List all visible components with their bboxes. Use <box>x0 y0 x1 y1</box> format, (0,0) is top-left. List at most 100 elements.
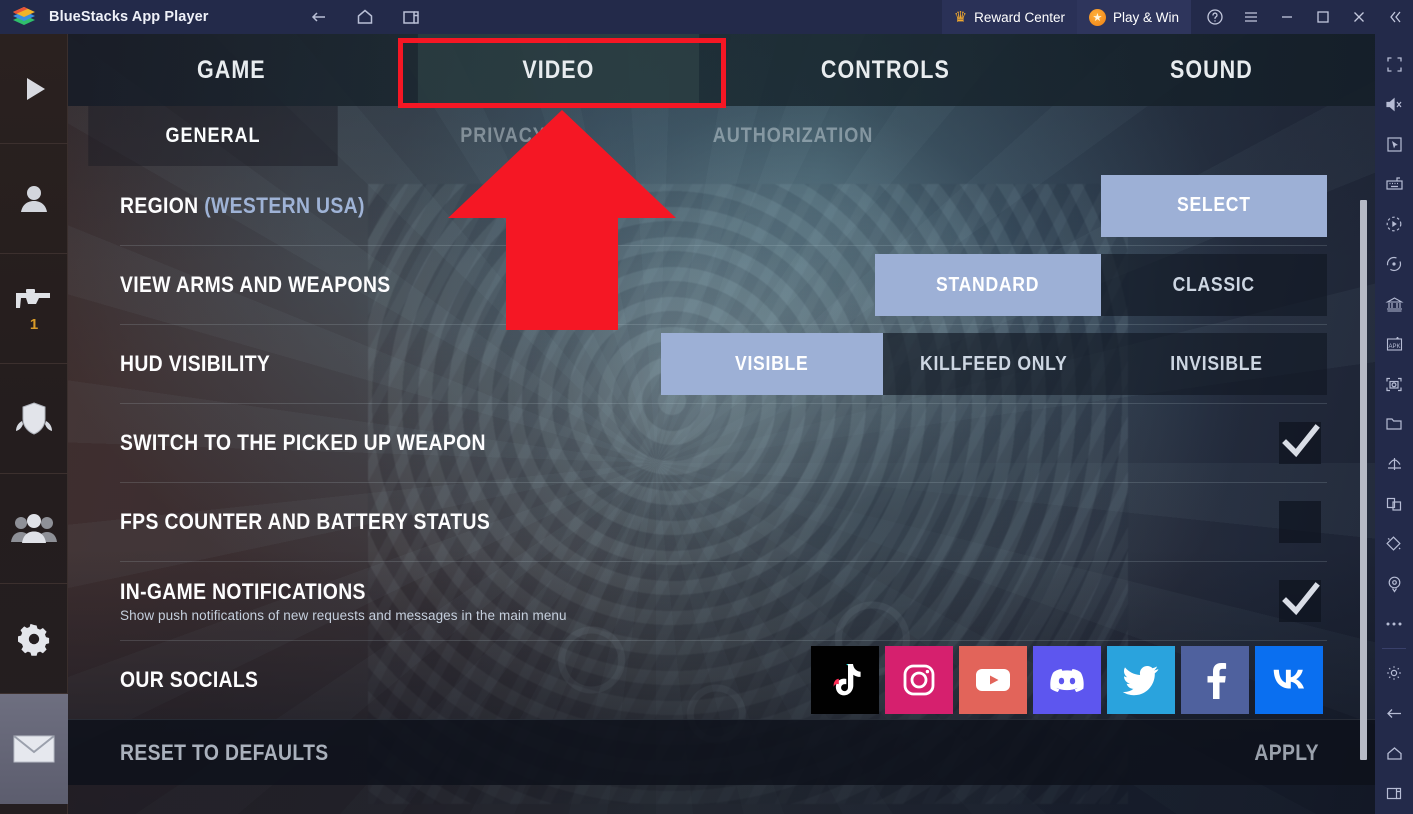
screenshot-icon[interactable] <box>1375 364 1413 404</box>
tab-game[interactable]: GAME <box>91 34 372 106</box>
tab-sound[interactable]: SOUND <box>1071 34 1352 106</box>
tab-controls[interactable]: CONTROLS <box>744 34 1025 106</box>
subtab-privacy[interactable]: PRIVACY <box>378 106 627 166</box>
app-title: BlueStacks App Player <box>49 9 209 25</box>
tab-video[interactable]: VIDEO <box>417 34 699 106</box>
row-label-wrap: FPS COUNTER AND BATTERY STATUS <box>120 509 541 535</box>
fullscreen-icon[interactable] <box>1375 44 1413 84</box>
checkmark-icon <box>1282 424 1320 458</box>
star-badge-icon: ★ <box>1088 8 1106 26</box>
subtab-general[interactable]: GENERAL <box>88 106 338 166</box>
view-arms-option-classic[interactable]: CLASSIC <box>1101 254 1327 316</box>
row-label-wrap: REGION (WESTERN USA) <box>120 193 398 219</box>
game-viewport: GAME VIDEO CONTROLS SOUND GENERAL PRIVAC… <box>68 34 1375 814</box>
region-select-button[interactable]: SELECT <box>1101 174 1327 237</box>
reward-center-label: Reward Center <box>974 9 1065 25</box>
friends-icon <box>11 513 57 543</box>
settings-scrollbar[interactable] <box>1360 72 1367 772</box>
sidebar-item-mail[interactable] <box>0 694 68 804</box>
macro-record-icon[interactable] <box>1375 204 1413 244</box>
keyboard-controls-icon[interactable] <box>1375 164 1413 204</box>
settings-row-region: REGION (WESTERN USA) SELECT <box>120 166 1327 245</box>
vk-icon[interactable] <box>1255 646 1323 714</box>
mute-icon[interactable] <box>1375 84 1413 124</box>
multi-window-icon[interactable] <box>1375 484 1413 524</box>
discord-icon[interactable] <box>1033 646 1101 714</box>
android-home-icon[interactable] <box>1375 733 1413 773</box>
mail-icon <box>13 735 55 763</box>
title-bar: BlueStacks App Player ♛ Reward Center ★ … <box>0 0 1413 34</box>
row-label-in-game-notifications: IN-GAME NOTIFICATIONS <box>120 579 366 604</box>
sidebar-item-settings[interactable] <box>0 584 68 694</box>
more-icon[interactable] <box>1375 604 1413 644</box>
install-apk-icon[interactable]: APK <box>1375 324 1413 364</box>
sidebar-item-weapon[interactable]: 1 <box>0 254 68 364</box>
view-arms-option-standard[interactable]: STANDARD <box>875 254 1101 316</box>
twitter-icon[interactable] <box>1107 646 1175 714</box>
hud-invisible-label: INVISIBLE <box>1169 352 1263 375</box>
row-label-view-arms: VIEW ARMS AND WEAPONS <box>120 272 391 297</box>
play-and-win-button[interactable]: ★ Play & Win <box>1076 0 1191 34</box>
maximize-icon[interactable] <box>1305 0 1341 34</box>
reward-center-button[interactable]: ♛ Reward Center <box>941 0 1077 34</box>
settings-row-switch-to-the-picked-up-weapon: SWITCH TO THE PICKED UP WEAPON <box>120 403 1327 482</box>
media-folder-icon[interactable] <box>1375 404 1413 444</box>
hud-option-killfeed-only[interactable]: KILLFEED ONLY <box>883 333 1105 395</box>
settings-bottom-bar: RESET TO DEFAULTS APPLY <box>68 719 1375 785</box>
row-label-wrap: SWITCH TO THE PICKED UP WEAPON <box>120 430 536 456</box>
close-icon[interactable] <box>1341 0 1377 34</box>
android-back-icon[interactable] <box>1375 693 1413 733</box>
bluestacks-window: BlueStacks App Player ♛ Reward Center ★ … <box>0 0 1413 814</box>
collapse-sidebar-icon[interactable] <box>1377 0 1413 34</box>
row-description-in-game-notifications: Show push notifications of new requests … <box>120 608 567 623</box>
youtube-icon[interactable] <box>959 646 1027 714</box>
switch-weapon-checkbox[interactable] <box>1279 422 1321 464</box>
checkmark-icon <box>1282 582 1320 616</box>
region-select-label: SELECT <box>1177 194 1251 216</box>
row-label-wrap: IN-GAME NOTIFICATIONS Show push notifica… <box>120 579 567 623</box>
settings-icon[interactable] <box>1375 653 1413 693</box>
settings-sub-tabs: GENERAL PRIVACY AUTHORIZATION <box>68 106 1375 166</box>
tiktok-icon[interactable] <box>811 646 879 714</box>
facebook-icon[interactable] <box>1181 646 1249 714</box>
row-controls-fps-counter <box>1279 501 1327 543</box>
reset-to-defaults-button[interactable]: RESET TO DEFAULTS <box>120 740 329 766</box>
android-recents-icon[interactable] <box>1375 773 1413 813</box>
sidebar-item-play[interactable] <box>0 34 68 144</box>
hamburger-menu-icon[interactable] <box>1233 0 1269 34</box>
settings-gear-icon <box>18 623 50 656</box>
subtab-authorization[interactable]: AUTHORIZATION <box>668 106 917 166</box>
play-and-win-label: Play & Win <box>1112 9 1179 25</box>
fps-counter-checkbox[interactable] <box>1279 501 1321 543</box>
weapon-badge-count: 1 <box>29 316 39 333</box>
cursor-icon[interactable] <box>1375 124 1413 164</box>
help-icon[interactable] <box>1197 0 1233 34</box>
game-left-sidebar: 1 <box>0 34 68 814</box>
sidebar-divider <box>1382 648 1406 649</box>
multi-instance-icon[interactable] <box>399 5 423 29</box>
sidebar-item-clan[interactable] <box>0 364 68 474</box>
row-label-wrap: HUD VISIBILITY <box>120 351 291 377</box>
settings-main-tabs: GAME VIDEO CONTROLS SOUND <box>68 34 1375 106</box>
minimize-icon[interactable] <box>1269 0 1305 34</box>
apply-button[interactable]: APPLY <box>1254 740 1319 766</box>
game-guide-icon[interactable] <box>1375 284 1413 324</box>
row-label-fps-counter: FPS COUNTER AND BATTERY STATUS <box>120 509 491 534</box>
instagram-icon[interactable] <box>885 646 953 714</box>
row-controls-region: SELECT <box>1101 174 1327 237</box>
shake-icon[interactable] <box>1375 524 1413 564</box>
eco-mode-icon[interactable] <box>1375 444 1413 484</box>
sidebar-item-profile[interactable] <box>0 144 68 254</box>
region-value: (WESTERN USA) <box>204 192 365 218</box>
sidebar-item-friends[interactable] <box>0 474 68 584</box>
titlebar-nav-group <box>307 5 423 29</box>
location-icon[interactable] <box>1375 564 1413 604</box>
back-icon[interactable] <box>307 5 331 29</box>
rotate-icon[interactable] <box>1375 244 1413 284</box>
scrollbar-thumb[interactable] <box>1360 200 1367 760</box>
play-icon <box>27 77 45 100</box>
hud-option-visible[interactable]: VISIBLE <box>661 333 883 395</box>
in-game-notifications-checkbox[interactable] <box>1279 580 1321 622</box>
home-icon[interactable] <box>353 5 377 29</box>
hud-option-invisible[interactable]: INVISIBLE <box>1105 333 1327 395</box>
